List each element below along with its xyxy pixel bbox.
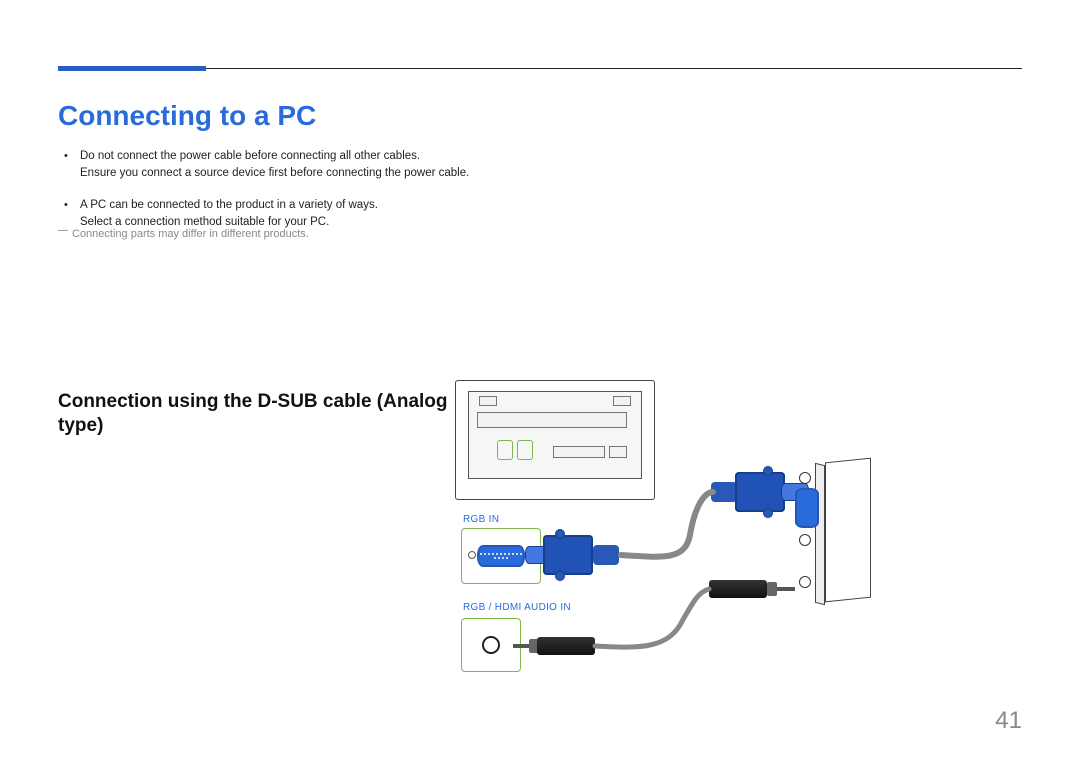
bullet-text-line: A PC can be connected to the product in … [80,199,378,211]
display-back-panel [455,380,655,500]
panel-slot [479,396,497,406]
bullet-item: Do not connect the power cable before co… [64,148,624,183]
subsection-title: Connection using the D-SUB cable (Analog… [58,390,458,438]
vga-plug-body [735,472,785,512]
bullet-text-line: Ensure you connect a source device first… [80,165,624,182]
vga-thumbscrew-icon [763,508,773,518]
bullet-item: A PC can be connected to the product in … [64,197,624,232]
vga-thumbscrew-icon [555,529,565,539]
pc-tower-side [815,463,825,605]
header-accent-bar [58,66,206,71]
vga-port-socket [477,545,525,567]
panel-inner [468,391,642,479]
rgb-port-highlight [497,440,513,460]
pc-screw-icon [799,534,811,546]
panel-slot [553,446,605,458]
audio-tip [777,587,795,591]
pc-audio-jack-icon [799,576,811,588]
audio-jack-socket [482,636,500,654]
audio-in-label: RGB / HDMI AUDIO IN [463,602,571,613]
vga-strain-relief [711,482,737,502]
connection-diagram: RGB IN RGB / HDMI AUDIO IN [455,380,1025,710]
rgb-in-label: RGB IN [463,514,499,525]
vga-thumbscrew-icon [555,571,565,581]
audio-port-highlight [517,440,533,460]
bullet-text-line: Do not connect the power cable before co… [80,150,420,162]
panel-slot [609,446,627,458]
panel-port-strip [477,412,627,428]
audio-plug-body [709,580,767,598]
footnote: Connecting parts may differ in different… [58,228,309,240]
vga-strain-relief [593,545,619,565]
screw-icon [468,551,476,559]
panel-slot [613,396,631,406]
page-number: 41 [995,707,1022,735]
pc-screw-icon [799,472,811,484]
page-title: Connecting to a PC [58,100,316,132]
vga-thumbscrew-icon [763,466,773,476]
pc-vga-port [795,488,819,528]
pc-tower [825,458,871,603]
audio-collar [767,582,777,596]
audio-plug-body [537,637,595,655]
audio-in-port-box [461,618,521,672]
vga-plug-body [543,535,593,575]
